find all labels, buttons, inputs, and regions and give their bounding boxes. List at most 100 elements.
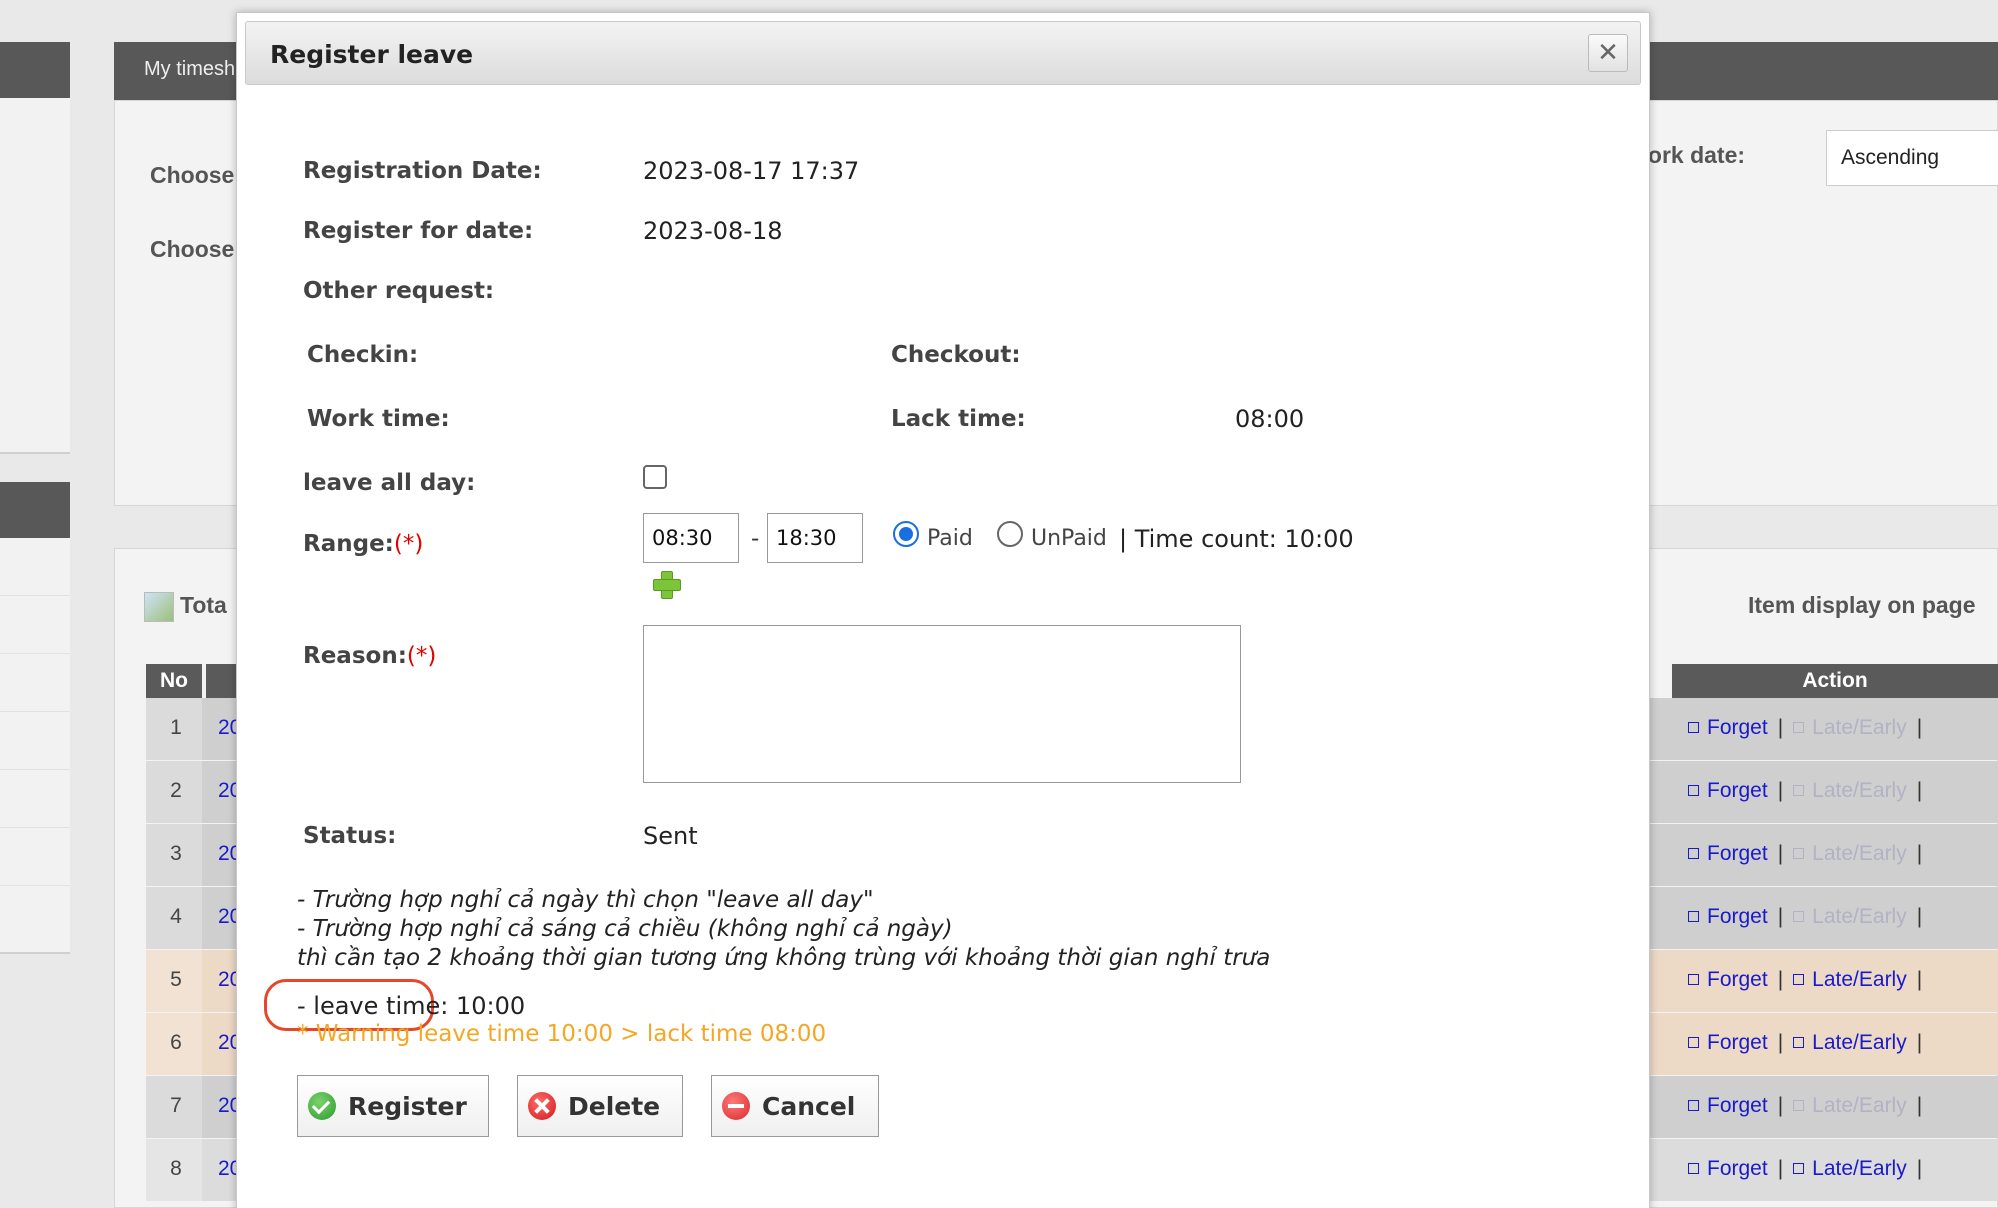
action-separator: | (1777, 1094, 1784, 1117)
action-separator: | (1777, 779, 1784, 802)
column-header-action: Action (1672, 664, 1998, 698)
action-separator: | (1916, 842, 1923, 865)
checkbox-icon (1688, 1100, 1699, 1111)
action-separator: | (1777, 842, 1784, 865)
forget-link[interactable]: Forget (1688, 1031, 1768, 1054)
range-end-input[interactable]: 18:30 (767, 513, 863, 563)
leave-all-day-label: leave all day: (303, 470, 476, 496)
status-label: Status: (303, 823, 397, 849)
checkbox-icon (1688, 785, 1699, 796)
total-label: Tota (144, 592, 227, 622)
forget-link[interactable]: Forget (1688, 842, 1768, 865)
checkbox-icon (1688, 974, 1699, 985)
action-separator: | (1916, 716, 1923, 739)
checkbox-icon (1793, 722, 1805, 733)
action-separator: | (1916, 968, 1923, 991)
late-early-link: Late/Early (1793, 716, 1907, 739)
leave-all-day-checkbox[interactable] (643, 465, 667, 489)
note-line-1: - Trường hợp nghỉ cả ngày thì chọn "leav… (297, 887, 874, 913)
forget-link[interactable]: Forget (1688, 1157, 1768, 1180)
checkbox-icon (1793, 974, 1805, 985)
row-number: 4 (170, 905, 182, 928)
add-range-icon[interactable] (651, 569, 681, 599)
register-for-date-value: 2023-08-18 (643, 217, 783, 245)
delete-button[interactable]: Delete (517, 1075, 683, 1137)
left-panel-2 (0, 538, 70, 954)
action-separator: | (1777, 968, 1784, 991)
paid-radio[interactable] (893, 521, 919, 547)
filter-choose-label: Choose (150, 162, 235, 188)
checkbox-icon (1688, 848, 1699, 859)
row-actions: Forget | Late/Early | (1688, 1157, 1932, 1181)
action-separator: | (1916, 905, 1923, 928)
late-early-link: Late/Early (1793, 779, 1907, 802)
forget-link[interactable]: Forget (1688, 1094, 1768, 1117)
left-panel-header-2 (0, 482, 70, 538)
forget-link[interactable]: Forget (1688, 905, 1768, 928)
note-line-3: thì cần tạo 2 khoảng thời gian tương ứng… (297, 945, 1271, 971)
forget-link[interactable]: Forget (1688, 779, 1768, 802)
item-display-label: Item display on page (1748, 592, 1976, 618)
timesheet-header-title: My timesh (144, 58, 236, 80)
filter-choose-label-2: Choose (150, 236, 235, 262)
left-panel (0, 98, 70, 454)
lack-time-label: Lack time: (891, 406, 1026, 432)
action-separator: | (1916, 1157, 1923, 1180)
cancel-icon (722, 1092, 750, 1120)
checkin-label: Checkin: (307, 342, 419, 368)
broken-image-icon (144, 592, 174, 622)
cancel-button[interactable]: Cancel (711, 1075, 879, 1137)
register-for-date-label: Register for date: (303, 218, 534, 244)
unpaid-radio[interactable] (997, 521, 1023, 547)
checkbox-icon (1793, 1100, 1805, 1111)
reason-textarea[interactable] (643, 625, 1241, 783)
range-start-input[interactable]: 08:30 (643, 513, 739, 563)
left-panel-header (0, 42, 70, 98)
forget-link[interactable]: Forget (1688, 716, 1768, 739)
forget-link[interactable]: Forget (1688, 968, 1768, 991)
register-button[interactable]: Register (297, 1075, 489, 1137)
late-early-link: Late/Early (1793, 905, 1907, 928)
checkout-label: Checkout: (891, 342, 1021, 368)
row-actions: Forget | Late/Early | (1688, 842, 1932, 866)
close-icon[interactable]: ✕ (1588, 34, 1628, 72)
row-number: 3 (170, 842, 182, 865)
action-separator: | (1916, 1094, 1923, 1117)
delete-icon (528, 1092, 556, 1120)
action-separator: | (1777, 1157, 1784, 1180)
leave-time-warning: * Warning leave time 10:00 > lack time 0… (297, 1021, 827, 1047)
checkbox-icon (1688, 722, 1699, 733)
note-line-2: - Trường hợp nghỉ cả sáng cả chiều (khôn… (297, 916, 953, 942)
row-actions: Forget | Late/Early | (1688, 1094, 1932, 1118)
leave-time-text: - leave time: 10:00 (297, 992, 526, 1020)
sort-order-select[interactable]: Ascending (1826, 130, 1998, 186)
late-early-link[interactable]: Late/Early (1793, 1157, 1907, 1180)
lack-time-value: 08:00 (1235, 405, 1305, 433)
status-value: Sent (643, 822, 698, 850)
range-dash: - (751, 526, 760, 552)
action-separator: | (1916, 779, 1923, 802)
action-separator: | (1777, 716, 1784, 739)
late-early-link: Late/Early (1793, 1094, 1907, 1117)
row-number: 8 (170, 1157, 182, 1180)
row-number: 5 (170, 968, 182, 991)
late-early-link[interactable]: Late/Early (1793, 968, 1907, 991)
checkbox-icon (1793, 785, 1805, 796)
checkbox-icon (1793, 1163, 1805, 1174)
late-early-link[interactable]: Late/Early (1793, 1031, 1907, 1054)
action-separator: | (1777, 1031, 1784, 1054)
register-leave-dialog: Register leave ✕ Registration Date: 2023… (236, 12, 1650, 1208)
row-number: 2 (170, 779, 182, 802)
dialog-title: Register leave (270, 40, 474, 69)
other-request-label: Other request: (303, 278, 495, 304)
action-separator: | (1916, 1031, 1923, 1054)
checkbox-icon (1793, 1037, 1805, 1048)
paid-radio-label: Paid (927, 526, 973, 551)
row-actions: Forget | Late/Early | (1688, 905, 1932, 929)
checkbox-icon (1793, 911, 1805, 922)
row-actions: Forget | Late/Early | (1688, 779, 1932, 803)
required-mark: (*) (393, 531, 424, 557)
row-actions: Forget | Late/Early | (1688, 1031, 1932, 1055)
checkbox-icon (1688, 1163, 1699, 1174)
action-separator: | (1777, 905, 1784, 928)
